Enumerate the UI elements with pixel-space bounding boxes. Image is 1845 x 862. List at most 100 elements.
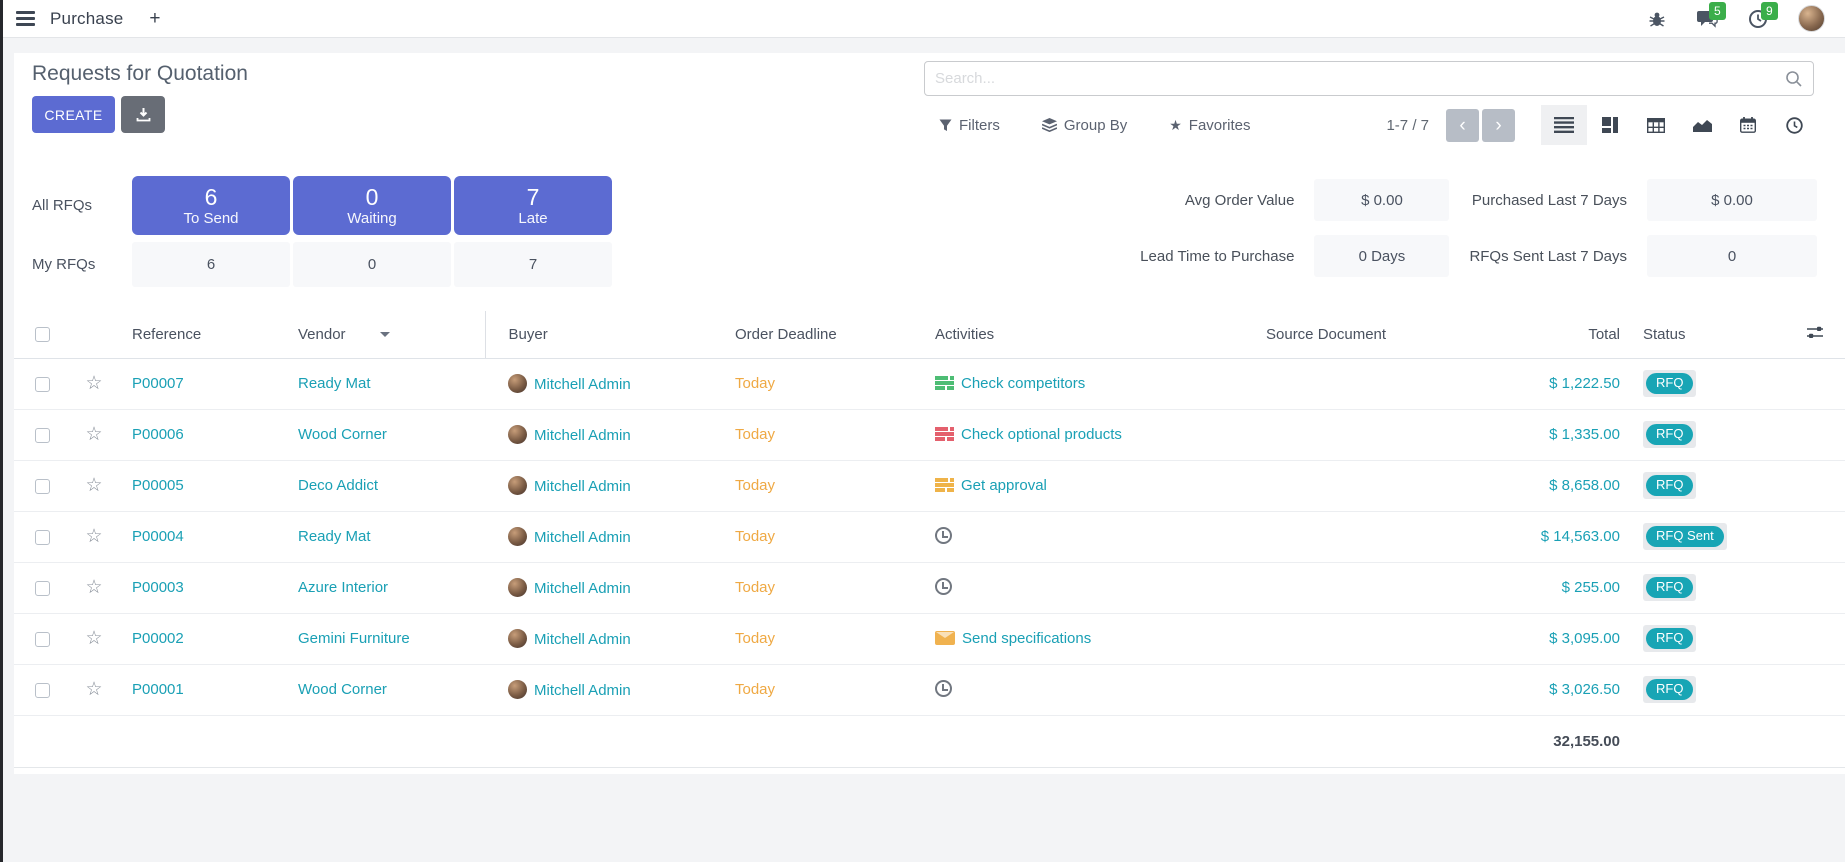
activity-label[interactable]: Send specifications xyxy=(962,630,1091,647)
messages-icon[interactable]: 5 xyxy=(1696,9,1718,28)
buyer-header[interactable]: Buyer xyxy=(485,311,714,358)
favorite-star-icon[interactable]: ☆ xyxy=(85,526,102,547)
activities-clock-icon[interactable]: 9 xyxy=(1748,9,1768,29)
graph-view-button[interactable] xyxy=(1679,105,1725,145)
total-header[interactable]: Total xyxy=(1514,311,1630,358)
activity-label[interactable]: Check optional products xyxy=(961,426,1122,443)
to-send-card[interactable]: 6 To Send xyxy=(132,176,290,235)
rfqs-sent-last-7-days[interactable]: 0 xyxy=(1647,235,1817,277)
buyer-name[interactable]: Mitchell Admin xyxy=(534,478,631,495)
vendor-link[interactable]: Ready Mat xyxy=(298,528,371,545)
table-row[interactable]: ☆ P00006 Wood Corner Mitchell Admin Toda… xyxy=(14,409,1845,460)
activity-icon[interactable] xyxy=(935,680,952,697)
optional-columns-button[interactable] xyxy=(1784,311,1845,358)
lead-time-value[interactable]: 0 Days xyxy=(1314,235,1449,277)
vendor-link[interactable]: Wood Corner xyxy=(298,426,387,443)
user-avatar[interactable] xyxy=(1798,5,1825,32)
activity-icon[interactable] xyxy=(935,631,955,645)
favorites-menu[interactable]: ★ Favorites xyxy=(1169,117,1250,134)
export-button[interactable] xyxy=(121,96,165,133)
buyer-name[interactable]: Mitchell Admin xyxy=(534,427,631,444)
waiting-card[interactable]: 0 Waiting xyxy=(293,176,451,235)
group-by-menu[interactable]: Group By xyxy=(1042,117,1127,134)
activity-label[interactable]: Get approval xyxy=(961,477,1047,494)
vendor-header[interactable]: Vendor xyxy=(284,311,485,358)
table-row[interactable]: ☆ P00005 Deco Addict Mitchell Admin Toda… xyxy=(14,460,1845,511)
reference-header[interactable]: Reference xyxy=(118,311,284,358)
buyer-avatar xyxy=(508,476,527,495)
row-checkbox[interactable] xyxy=(35,581,50,596)
row-checkbox[interactable] xyxy=(35,377,50,392)
my-waiting-cell[interactable]: 0 xyxy=(293,242,451,287)
reference-link[interactable]: P00007 xyxy=(132,375,184,392)
favorite-star-icon[interactable]: ☆ xyxy=(85,679,102,700)
status-header[interactable]: Status xyxy=(1630,311,1784,358)
reference-link[interactable]: P00005 xyxy=(132,477,184,494)
row-checkbox[interactable] xyxy=(35,530,50,545)
reference-link[interactable]: P00004 xyxy=(132,528,184,545)
reference-link[interactable]: P00003 xyxy=(132,579,184,596)
waiting-caption: Waiting xyxy=(347,210,396,227)
activity-icon[interactable] xyxy=(935,578,952,595)
table-row[interactable]: ☆ P00001 Wood Corner Mitchell Admin Toda… xyxy=(14,664,1845,715)
rfqs-sent-last-7-days-label: RFQs Sent Last 7 Days xyxy=(1469,248,1627,265)
source-document-header[interactable]: Source Document xyxy=(1244,311,1514,358)
add-tab-button[interactable]: + xyxy=(149,9,160,28)
my-to-send-cell[interactable]: 6 xyxy=(132,242,290,287)
list-view-button[interactable] xyxy=(1541,105,1587,145)
table-row[interactable]: ☆ P00007 Ready Mat Mitchell Admin Today … xyxy=(14,358,1845,409)
buyer-avatar xyxy=(508,374,527,393)
search-icon[interactable] xyxy=(1785,70,1803,88)
buyer-name[interactable]: Mitchell Admin xyxy=(534,580,631,597)
vendor-link[interactable]: Deco Addict xyxy=(298,477,378,494)
apps-menu-icon[interactable] xyxy=(16,11,35,26)
purchased-last-7-days[interactable]: $ 0.00 xyxy=(1647,179,1817,221)
activity-view-button[interactable] xyxy=(1771,105,1817,145)
debug-bug-icon[interactable] xyxy=(1648,10,1666,28)
reference-link[interactable]: P00001 xyxy=(132,681,184,698)
vendor-link[interactable]: Ready Mat xyxy=(298,375,371,392)
buyer-name[interactable]: Mitchell Admin xyxy=(534,376,631,393)
table-row[interactable]: ☆ P00004 Ready Mat Mitchell Admin Today … xyxy=(14,511,1845,562)
activities-header[interactable]: Activities xyxy=(924,311,1244,358)
order-deadline-header[interactable]: Order Deadline xyxy=(714,311,924,358)
late-card[interactable]: 7 Late xyxy=(454,176,612,235)
search-input[interactable] xyxy=(935,70,1785,87)
vendor-link[interactable]: Wood Corner xyxy=(298,681,387,698)
calendar-view-button[interactable] xyxy=(1725,105,1771,145)
buyer-avatar xyxy=(508,629,527,648)
buyer-name[interactable]: Mitchell Admin xyxy=(534,529,631,546)
favorite-star-icon[interactable]: ☆ xyxy=(85,628,102,649)
favorite-star-icon[interactable]: ☆ xyxy=(85,577,102,598)
table-row[interactable]: ☆ P00002 Gemini Furniture Mitchell Admin… xyxy=(14,613,1845,664)
activity-icon[interactable] xyxy=(935,527,952,544)
reference-link[interactable]: P00006 xyxy=(132,426,184,443)
vendor-link[interactable]: Gemini Furniture xyxy=(298,630,410,647)
my-late-cell[interactable]: 7 xyxy=(454,242,612,287)
select-all-checkbox[interactable] xyxy=(35,327,50,342)
row-checkbox[interactable] xyxy=(35,632,50,647)
row-checkbox[interactable] xyxy=(35,428,50,443)
reference-link[interactable]: P00002 xyxy=(132,630,184,647)
buyer-name[interactable]: Mitchell Admin xyxy=(534,682,631,699)
create-button[interactable]: CREATE xyxy=(32,96,115,133)
activity-label[interactable]: Check competitors xyxy=(961,375,1085,392)
favorite-star-icon[interactable]: ☆ xyxy=(85,475,102,496)
activity-icon[interactable] xyxy=(935,427,954,441)
table-row[interactable]: ☆ P00003 Azure Interior Mitchell Admin T… xyxy=(14,562,1845,613)
activity-icon[interactable] xyxy=(935,376,954,390)
activity-icon[interactable] xyxy=(935,478,954,492)
favorite-star-icon[interactable]: ☆ xyxy=(85,424,102,445)
kanban-view-button[interactable] xyxy=(1587,105,1633,145)
app-name[interactable]: Purchase xyxy=(50,9,123,29)
pager-previous-button[interactable]: ‹ xyxy=(1446,109,1479,142)
pager-next-button[interactable]: › xyxy=(1482,109,1515,142)
buyer-name[interactable]: Mitchell Admin xyxy=(534,631,631,648)
filters-menu[interactable]: Filters xyxy=(939,117,1000,134)
pivot-view-button[interactable] xyxy=(1633,105,1679,145)
favorite-star-icon[interactable]: ☆ xyxy=(85,373,102,394)
vendor-link[interactable]: Azure Interior xyxy=(298,579,388,596)
row-checkbox[interactable] xyxy=(35,479,50,494)
avg-order-value[interactable]: $ 0.00 xyxy=(1314,179,1449,221)
row-checkbox[interactable] xyxy=(35,683,50,698)
